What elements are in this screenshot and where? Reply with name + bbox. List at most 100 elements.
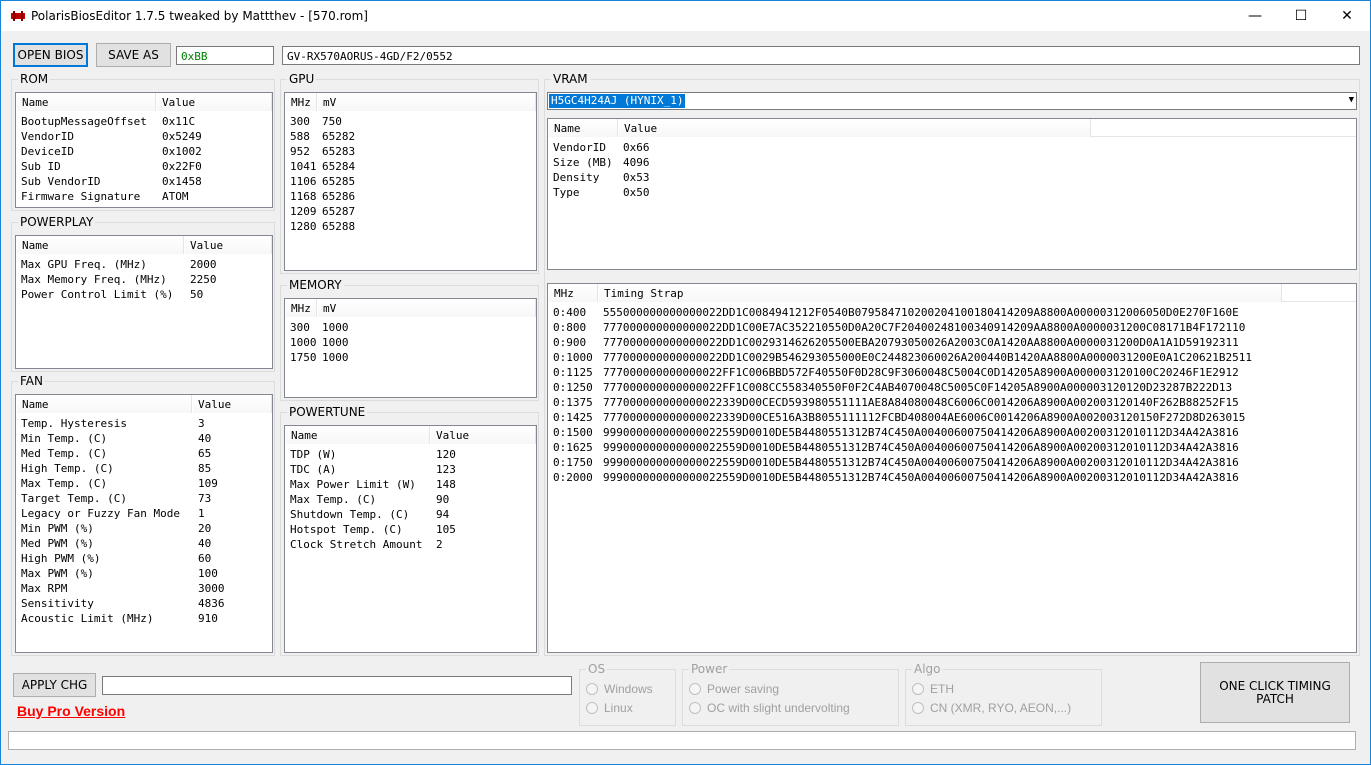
table-row[interactable]: BootupMessageOffset 0x11C bbox=[16, 114, 272, 129]
rom-list[interactable]: Name Value BootupMessageOffset 0x11C Vendo… bbox=[15, 92, 273, 208]
table-row[interactable]: 0:400 555000000000000022DD1C0084941212F05… bbox=[548, 305, 1356, 320]
table-row[interactable]: Size (MB) 4096 bbox=[548, 155, 1356, 170]
table-row[interactable]: 0:1750 999000000000000022559D0010DE5B4480… bbox=[548, 455, 1356, 470]
powerplay-list[interactable]: Name Value Max GPU Freq. (MHz) 2000 Max Me… bbox=[15, 235, 273, 369]
column-header-value[interactable]: Value bbox=[618, 119, 1091, 137]
bios-name-field[interactable]: GV-RX570AORUS-4GD/F2/0552 bbox=[282, 46, 1360, 65]
save-as-button[interactable]: SAVE AS bbox=[96, 43, 171, 67]
table-row[interactable]: Temp. Hysteresis 3 bbox=[16, 416, 272, 431]
table-row[interactable]: DeviceID 0x1002 bbox=[16, 144, 272, 159]
table-row[interactable]: 0:1425 777000000000000022339D00CE516A3B80… bbox=[548, 410, 1356, 425]
gpu-list[interactable]: MHz mV 300 750 588 65282 952 65283 1041 65284 11… bbox=[284, 92, 537, 271]
table-row[interactable]: 300 1000 bbox=[285, 320, 536, 335]
table-row[interactable]: Min PWM (%) 20 bbox=[16, 521, 272, 536]
table-row[interactable]: Max RPM 3000 bbox=[16, 581, 272, 596]
power-saving-radio[interactable]: Power saving bbox=[689, 682, 779, 696]
algo-cn-radio[interactable]: CN (XMR, RYO, AEON,...) bbox=[912, 701, 1071, 715]
column-header-timing-strap[interactable]: Timing Strap bbox=[598, 284, 1282, 302]
table-row[interactable]: Legacy or Fuzzy Fan Mode 1 bbox=[16, 506, 272, 521]
table-row[interactable]: Hotspot Temp. (C) 105 bbox=[285, 522, 536, 537]
os-linux-radio[interactable]: Linux bbox=[586, 701, 633, 715]
table-row[interactable]: VendorID 0x66 bbox=[548, 140, 1356, 155]
table-row[interactable]: 1168 65286 bbox=[285, 189, 536, 204]
power-oc-radio[interactable]: OC with slight undervolting bbox=[689, 701, 850, 715]
column-header-mhz[interactable]: MHz bbox=[548, 284, 598, 302]
table-row[interactable]: 0:1375 777000000000000022339D00CECD593980… bbox=[548, 395, 1356, 410]
table-row[interactable]: Med PWM (%) 40 bbox=[16, 536, 272, 551]
fan-list[interactable]: Name Value Temp. Hysteresis 3 Min Temp. (C… bbox=[15, 394, 273, 653]
table-row[interactable]: 1209 65287 bbox=[285, 204, 536, 219]
column-header-value[interactable]: Value bbox=[184, 236, 272, 254]
one-click-timing-patch-button[interactable]: ONE CLICK TIMING PATCH bbox=[1200, 662, 1350, 723]
algo-eth-radio[interactable]: ETH bbox=[912, 682, 954, 696]
table-row[interactable]: 0:900 777000000000000022DD1C0029314626205… bbox=[548, 335, 1356, 350]
table-row[interactable]: Max GPU Freq. (MHz) 2000 bbox=[16, 257, 272, 272]
timing-strap-list[interactable]: MHz Timing Strap 0:400 555000000000000022… bbox=[547, 283, 1357, 653]
table-row[interactable]: Sub VendorID 0x1458 bbox=[16, 174, 272, 189]
table-row[interactable]: Max PWM (%) 100 bbox=[16, 566, 272, 581]
vram-info-list[interactable]: Name Value VendorID 0x66 Size (MB) 4096 Dens… bbox=[547, 118, 1357, 270]
table-row[interactable]: Density 0x53 bbox=[548, 170, 1356, 185]
column-header-name[interactable]: Name bbox=[285, 426, 430, 444]
title-bar[interactable]: PolarisBiosEditor 1.7.5 tweaked by Mattt… bbox=[1, 1, 1370, 31]
open-bios-button[interactable]: OPEN BIOS bbox=[13, 43, 88, 67]
table-row[interactable]: Power Control Limit (%) 50 bbox=[16, 287, 272, 302]
table-row[interactable]: 0:1625 999000000000000022559D0010DE5B4480… bbox=[548, 440, 1356, 455]
table-row[interactable]: Sub ID 0x22F0 bbox=[16, 159, 272, 174]
memory-list[interactable]: MHz mV 300 1000 1000 1000 1750 1000 bbox=[284, 298, 537, 398]
table-row[interactable]: 0:1500 999000000000000022559D0010DE5B4480… bbox=[548, 425, 1356, 440]
status-text-field[interactable] bbox=[102, 676, 572, 695]
table-row[interactable]: Med Temp. (C) 65 bbox=[16, 446, 272, 461]
column-header-value[interactable]: Value bbox=[192, 395, 272, 413]
column-header-name[interactable]: Name bbox=[16, 93, 156, 111]
apply-changes-button[interactable]: APPLY CHG bbox=[13, 673, 96, 697]
table-row[interactable]: Target Temp. (C) 73 bbox=[16, 491, 272, 506]
column-header-value[interactable]: Value bbox=[430, 426, 536, 444]
column-header-name[interactable]: Name bbox=[548, 119, 618, 137]
table-row[interactable]: Firmware Signature ATOM bbox=[16, 189, 272, 204]
table-row[interactable]: 1106 65285 bbox=[285, 174, 536, 189]
os-windows-radio[interactable]: Windows bbox=[586, 682, 653, 696]
minimize-button[interactable]: — bbox=[1232, 1, 1278, 31]
maximize-button[interactable]: ☐ bbox=[1278, 1, 1324, 31]
buy-pro-link[interactable]: Buy Pro Version bbox=[17, 703, 125, 719]
table-row[interactable]: 0:800 777000000000000022DD1C00E7AC3522105… bbox=[548, 320, 1356, 335]
table-row[interactable]: VendorID 0x5249 bbox=[16, 129, 272, 144]
table-row[interactable]: 0:2000 999000000000000022559D0010DE5B4480… bbox=[548, 470, 1356, 485]
table-row[interactable]: Max Temp. (C) 90 bbox=[285, 492, 536, 507]
table-row[interactable]: 0:1250 777000000000000022FF1C008CC5583405… bbox=[548, 380, 1356, 395]
table-row[interactable]: High PWM (%) 60 bbox=[16, 551, 272, 566]
table-row[interactable]: 300 750 bbox=[285, 114, 536, 129]
table-row[interactable]: Min Temp. (C) 40 bbox=[16, 431, 272, 446]
column-header-mv[interactable]: mV bbox=[317, 93, 536, 111]
column-header-name[interactable]: Name bbox=[16, 236, 184, 254]
table-row[interactable]: Sensitivity 4836 bbox=[16, 596, 272, 611]
column-header-value[interactable]: Value bbox=[156, 93, 272, 111]
column-header-mv[interactable]: mV bbox=[317, 299, 536, 317]
table-row[interactable]: 0:1125 777000000000000022FF1C006BBD572F40… bbox=[548, 365, 1356, 380]
table-row[interactable]: TDC (A) 123 bbox=[285, 462, 536, 477]
table-row[interactable]: Max Power Limit (W) 148 bbox=[285, 477, 536, 492]
table-row[interactable]: Max Memory Freq. (MHz) 2250 bbox=[16, 272, 272, 287]
table-row[interactable]: 0:1000 777000000000000022DD1C0029B5462930… bbox=[548, 350, 1356, 365]
table-row[interactable]: High Temp. (C) 85 bbox=[16, 461, 272, 476]
table-row[interactable]: Shutdown Temp. (C) 94 bbox=[285, 507, 536, 522]
powertune-list[interactable]: Name Value TDP (W) 120 TDC (A) 123 Max Power… bbox=[284, 425, 537, 653]
table-row[interactable]: Max Temp. (C) 109 bbox=[16, 476, 272, 491]
table-row[interactable]: Acoustic Limit (MHz) 910 bbox=[16, 611, 272, 626]
table-row[interactable]: 588 65282 bbox=[285, 129, 536, 144]
table-row[interactable]: 1750 1000 bbox=[285, 350, 536, 365]
column-header-name[interactable]: Name bbox=[16, 395, 192, 413]
table-row[interactable]: Clock Stretch Amount 2 bbox=[285, 537, 536, 552]
table-row[interactable]: 952 65283 bbox=[285, 144, 536, 159]
close-button[interactable]: ✕ bbox=[1324, 1, 1370, 31]
table-row[interactable]: TDP (W) 120 bbox=[285, 447, 536, 462]
table-row[interactable]: 1000 1000 bbox=[285, 335, 536, 350]
table-row[interactable]: 1280 65288 bbox=[285, 219, 536, 234]
vram-chip-select[interactable]: H5GC4H24AJ (HYNIX_1) ▼ bbox=[547, 92, 1357, 110]
column-header-mhz[interactable]: MHz bbox=[285, 93, 317, 111]
table-row[interactable]: 1041 65284 bbox=[285, 159, 536, 174]
checksum-field[interactable]: 0xBB bbox=[176, 46, 274, 65]
chevron-down-icon[interactable]: ▼ bbox=[1349, 95, 1354, 105]
table-row[interactable]: Type 0x50 bbox=[548, 185, 1356, 200]
